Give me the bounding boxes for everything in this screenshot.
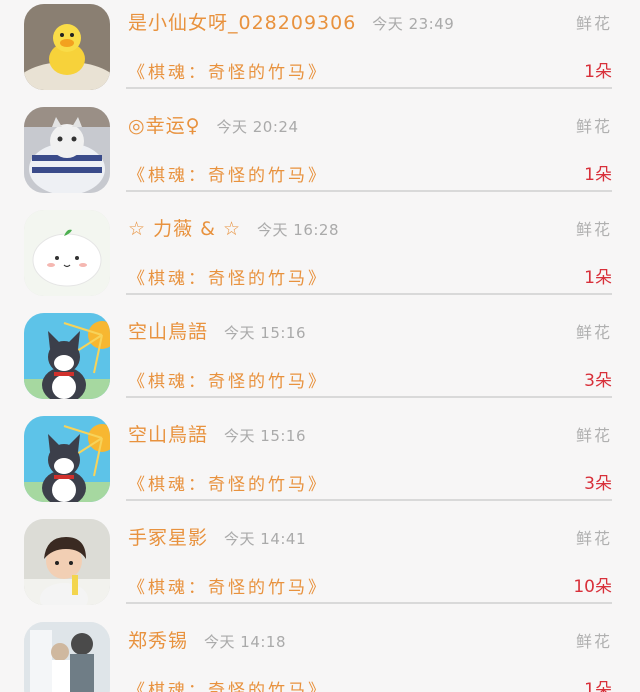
list-item[interactable]: 空山鳥語 今天 15:16 鲜花 《棋魂：奇怪的竹马》 3朵 [0, 309, 640, 412]
divider [126, 87, 612, 89]
gift-type: 鲜花 [575, 14, 612, 33]
book-title[interactable]: 《棋魂：奇怪的竹马》 [128, 573, 328, 598]
avatar[interactable] [24, 4, 110, 90]
book-title[interactable]: 《棋魂：奇怪的竹马》 [128, 470, 328, 495]
username[interactable]: ☆ 力薇 & ☆ 今天 16:28 [128, 214, 339, 241]
divider [126, 293, 612, 295]
avatar[interactable] [24, 210, 110, 296]
username[interactable]: 是小仙女呀_028209306 今天 23:49 [128, 8, 454, 35]
timestamp: 今天 16:28 [257, 221, 340, 239]
avatar[interactable] [24, 519, 110, 605]
username[interactable]: 空山鳥語 今天 15:16 [128, 420, 306, 447]
avatar[interactable] [24, 107, 110, 193]
gift-list: 是小仙女呀_028209306 今天 23:49 鲜花 《棋魂：奇怪的竹马》 1朵… [0, 0, 640, 692]
gift-count: 1朵 [584, 268, 612, 288]
gift-type: 鲜花 [575, 220, 612, 239]
book-title[interactable]: 《棋魂：奇怪的竹马》 [128, 367, 328, 392]
timestamp: 今天 14:18 [204, 633, 287, 651]
list-item[interactable]: 是小仙女呀_028209306 今天 23:49 鲜花 《棋魂：奇怪的竹马》 1朵 [0, 0, 640, 103]
username[interactable]: 手冢星影 今天 14:41 [128, 523, 306, 550]
gift-count: 3朵 [584, 371, 612, 391]
list-item[interactable]: 手冢星影 今天 14:41 鲜花 《棋魂：奇怪的竹马》 10朵 [0, 515, 640, 618]
gift-count: 3朵 [584, 474, 612, 494]
book-title[interactable]: 《棋魂：奇怪的竹马》 [128, 161, 328, 186]
avatar[interactable] [24, 416, 110, 502]
gift-type: 鲜花 [575, 529, 612, 548]
list-item[interactable]: 空山鳥語 今天 15:16 鲜花 《棋魂：奇怪的竹马》 3朵 [0, 412, 640, 515]
gift-type: 鲜花 [575, 426, 612, 445]
gift-count: 10朵 [573, 577, 612, 597]
book-title[interactable]: 《棋魂：奇怪的竹马》 [128, 58, 328, 83]
gift-type: 鲜花 [575, 323, 612, 342]
timestamp: 今天 23:49 [372, 15, 455, 33]
gift-type: 鲜花 [575, 632, 612, 651]
timestamp: 今天 20:24 [216, 118, 299, 136]
username[interactable]: 空山鳥語 今天 15:16 [128, 317, 306, 344]
book-title[interactable]: 《棋魂：奇怪的竹马》 [128, 676, 328, 692]
list-item[interactable]: ◎幸运♀ 今天 20:24 鲜花 《棋魂：奇怪的竹马》 1朵 [0, 103, 640, 206]
book-title[interactable]: 《棋魂：奇怪的竹马》 [128, 264, 328, 289]
avatar[interactable] [24, 313, 110, 399]
divider [126, 602, 612, 604]
timestamp: 今天 15:16 [224, 324, 307, 342]
username[interactable]: 郑秀锡 今天 14:18 [128, 626, 286, 653]
timestamp: 今天 14:41 [224, 530, 307, 548]
gift-type: 鲜花 [575, 117, 612, 136]
username[interactable]: ◎幸运♀ 今天 20:24 [128, 111, 299, 138]
divider [126, 499, 612, 501]
gift-count: 1朵 [584, 165, 612, 185]
list-item[interactable]: 郑秀锡 今天 14:18 鲜花 《棋魂：奇怪的竹马》 1朵 [0, 618, 640, 692]
gift-count: 1朵 [584, 680, 612, 692]
gift-count: 1朵 [584, 62, 612, 82]
avatar[interactable] [24, 622, 110, 692]
timestamp: 今天 15:16 [224, 427, 307, 445]
list-item[interactable]: ☆ 力薇 & ☆ 今天 16:28 鲜花 《棋魂：奇怪的竹马》 1朵 [0, 206, 640, 309]
divider [126, 396, 612, 398]
divider [126, 190, 612, 192]
